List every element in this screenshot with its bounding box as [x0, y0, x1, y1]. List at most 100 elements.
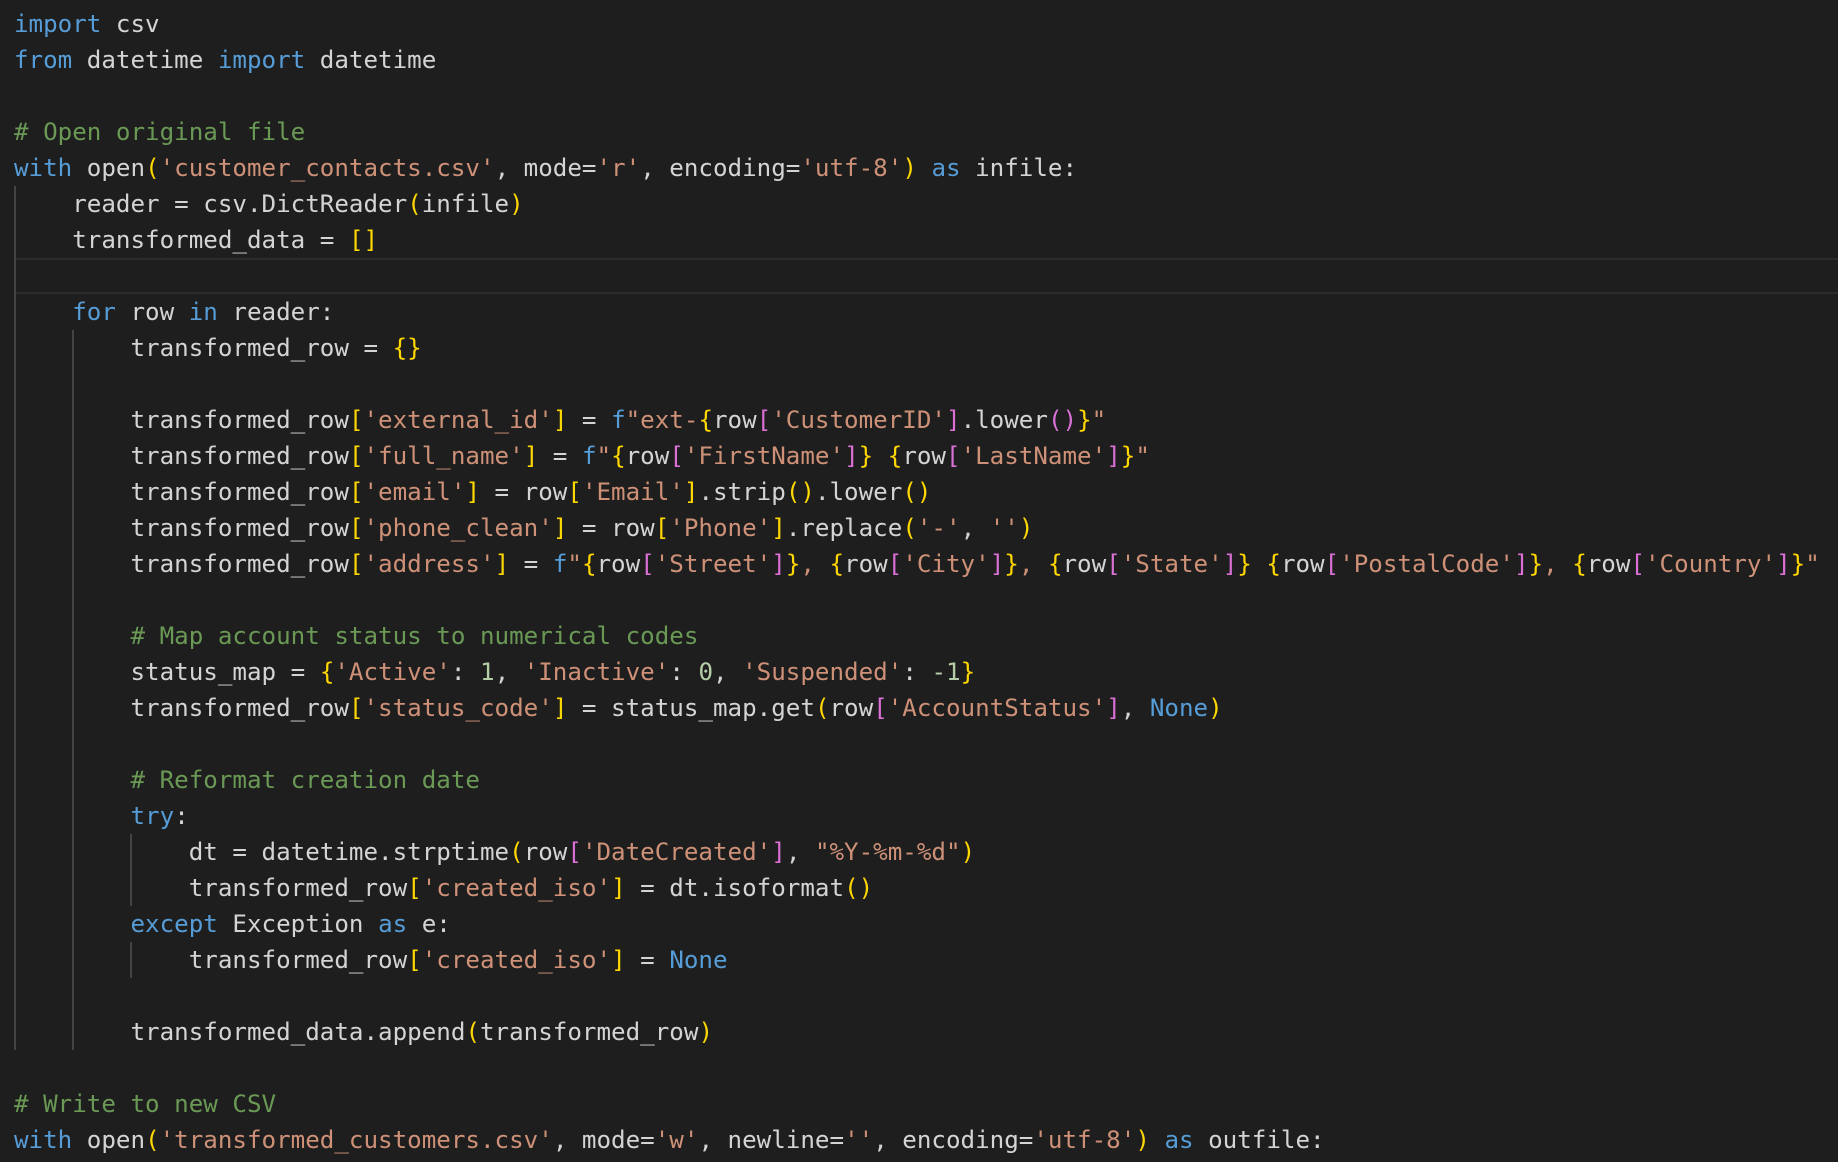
code-line[interactable]	[0, 252, 1838, 288]
code-token: f	[552, 550, 568, 578]
code-token: }	[858, 442, 874, 470]
code-token: =	[538, 442, 582, 470]
code-line[interactable]: with open('transformed_customers.csv', m…	[0, 1116, 1838, 1154]
code-token: transformed_row	[14, 478, 349, 506]
code-token: None	[1149, 694, 1209, 722]
code-token: open	[72, 1126, 146, 1154]
code-line[interactable]: # Write to new CSV	[0, 1080, 1838, 1118]
code-token: row	[844, 550, 888, 578]
code-token: ]	[494, 550, 510, 578]
code-editor[interactable]: import csv from datetime import datetime #…	[0, 0, 1838, 1162]
code-token: , encoding=	[640, 154, 801, 182]
code-token: row	[902, 442, 946, 470]
code-token: =	[567, 406, 612, 434]
code-token: [	[640, 550, 655, 578]
code-line-text: with open('transformed_customers.csv', m…	[14, 1122, 1325, 1158]
code-token: datetime	[72, 46, 218, 74]
code-line[interactable]: from datetime import datetime	[0, 36, 1838, 74]
code-line[interactable]: # Map account status to numerical codes	[0, 612, 1838, 650]
code-token: )	[960, 838, 976, 866]
code-line[interactable]: import csv	[0, 0, 1838, 38]
code-token: # Reformat creation date	[130, 766, 481, 794]
code-token: ,	[713, 658, 743, 686]
code-line[interactable]: transformed_row['external_id'] = f"ext-{…	[0, 396, 1838, 434]
code-token: [	[348, 478, 364, 506]
code-token: ,	[1120, 694, 1150, 722]
code-line[interactable]: transformed_row['phone_clean'] = row['Ph…	[0, 504, 1838, 542]
code-token: # Map account status to numerical codes	[130, 622, 699, 650]
code-line[interactable]: # Open original file	[0, 108, 1838, 146]
code-token: :	[450, 658, 480, 686]
code-token: (	[509, 838, 524, 866]
code-line[interactable]: transformed_row['created_iso'] = None	[0, 936, 1838, 974]
code-line[interactable]: transformed_row['address'] = f"{row['Str…	[0, 540, 1838, 578]
code-token: }	[1120, 442, 1136, 470]
code-token: 'created_iso'	[421, 946, 612, 974]
code-token: in	[188, 298, 218, 326]
code-token: ]	[611, 946, 626, 974]
code-token: 1	[480, 658, 495, 686]
code-token: 'utf-8'	[1033, 1126, 1136, 1154]
code-line[interactable]: transformed_data = []	[0, 216, 1838, 254]
code-token: -1	[931, 658, 961, 686]
code-token: transformed_row	[14, 442, 349, 470]
code-token: ]	[523, 442, 539, 470]
code-token: 'AccountStatus'	[887, 694, 1107, 722]
code-token: (	[902, 514, 917, 542]
code-line[interactable]: reader = csv.DictReader(infile)	[0, 180, 1838, 218]
code-token: e:	[407, 910, 451, 938]
code-token: # Open original file	[14, 118, 306, 146]
code-token: row	[596, 550, 641, 578]
code-token: [	[348, 694, 364, 722]
code-line[interactable]: for row in reader:	[0, 288, 1838, 326]
code-token: reader:	[217, 298, 335, 326]
code-token: as	[931, 154, 961, 182]
code-token: with	[14, 154, 73, 182]
code-token: status_map =	[14, 658, 320, 686]
code-line[interactable]: dt = datetime.strptime(row['DateCreated'…	[0, 828, 1838, 866]
code-token: = status_map.get	[567, 694, 815, 722]
code-line[interactable]	[0, 972, 1838, 1008]
code-token: ,	[494, 658, 524, 686]
code-line[interactable]	[0, 72, 1838, 108]
code-token: ]	[989, 550, 1005, 578]
code-line[interactable]: status_map = {'Active': 1, 'Inactive': 0…	[0, 648, 1838, 686]
code-line[interactable]	[0, 360, 1838, 396]
code-line[interactable]: transformed_row['email'] = row['Email'].…	[0, 468, 1838, 506]
code-token: row	[713, 406, 757, 434]
code-line[interactable]	[0, 720, 1838, 756]
code-token: {	[829, 550, 845, 578]
code-token: [	[1324, 550, 1340, 578]
code-line[interactable]: transformed_row = {}	[0, 324, 1838, 362]
code-token: transformed_data =	[14, 226, 349, 254]
code-token: "	[596, 442, 612, 470]
code-token: [	[348, 550, 364, 578]
code-token: csv	[101, 10, 160, 38]
code-line[interactable]: transformed_row['full_name'] = f"{row['F…	[0, 432, 1838, 470]
code-line[interactable]: with open('customer_contacts.csv', mode=…	[0, 144, 1838, 182]
code-token: = row	[480, 478, 568, 506]
code-line[interactable]: transformed_data.append(transformed_row)	[0, 1008, 1838, 1046]
code-line[interactable]: try:	[0, 792, 1838, 830]
code-token: , mode=	[552, 1126, 655, 1154]
code-token: ,	[960, 514, 990, 542]
code-token: ,	[800, 550, 830, 578]
code-line[interactable]: except Exception as e:	[0, 900, 1838, 938]
code-line[interactable]	[0, 1044, 1838, 1080]
code-token: [	[348, 514, 364, 542]
code-line[interactable]: transformed_row['status_code'] = status_…	[0, 684, 1838, 722]
code-token: except	[130, 910, 218, 938]
code-token: .strip	[698, 478, 786, 506]
code-token: 'email'	[363, 478, 466, 506]
code-token: ()	[1047, 406, 1078, 434]
code-token: 'Inactive'	[523, 658, 670, 686]
code-token: [	[407, 946, 422, 974]
code-line[interactable]: # Reformat creation date	[0, 756, 1838, 794]
code-token: transformed_row	[14, 874, 408, 902]
code-line[interactable]	[0, 576, 1838, 612]
code-line[interactable]: transformed_row['created_iso'] = dt.isof…	[0, 864, 1838, 902]
code-token: "	[567, 550, 582, 578]
code-token: 'Email'	[581, 478, 684, 506]
